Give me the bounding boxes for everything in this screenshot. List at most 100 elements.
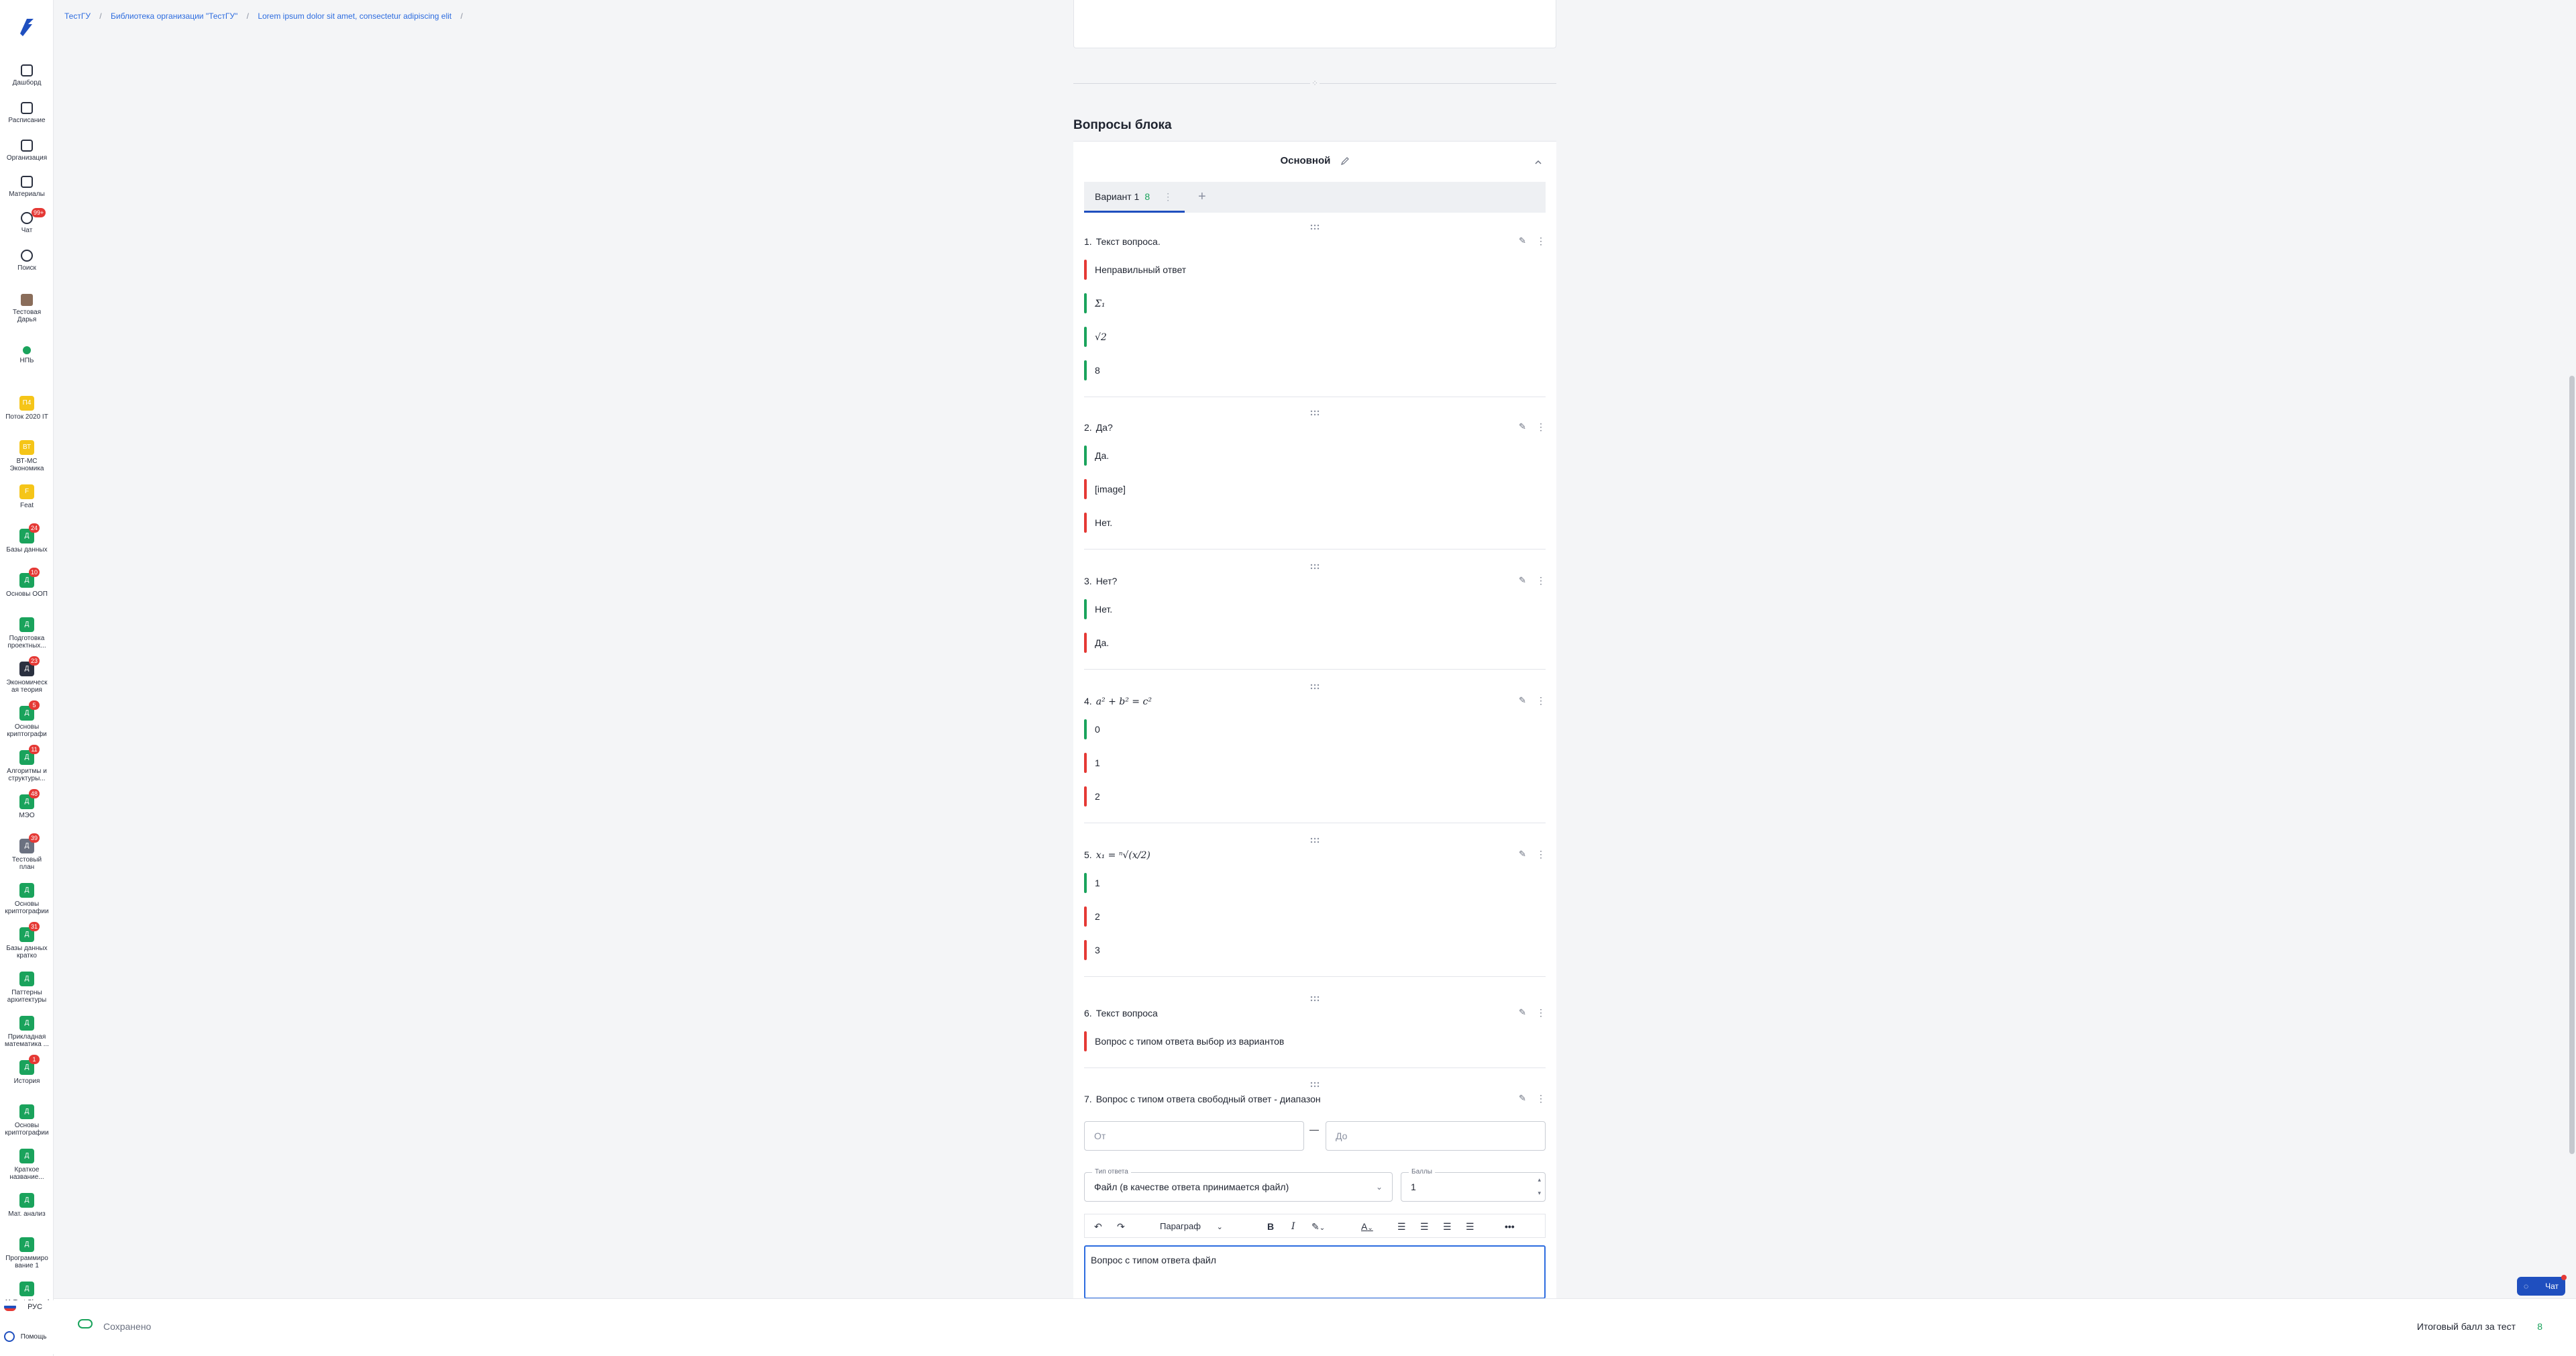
drag-handle-icon[interactable] [1309, 1080, 1320, 1088]
sidebar-item-7[interactable]: НПЬ [0, 346, 54, 364]
breadcrumb-item-university[interactable]: ТестГУ [64, 11, 91, 21]
undo-icon[interactable]: ↶ [1094, 1220, 1102, 1233]
edit-question-icon[interactable]: ✎ [1519, 421, 1526, 432]
range-from-input[interactable]: От [1084, 1121, 1304, 1151]
add-variant-icon[interactable]: + [1198, 182, 1206, 211]
question-menu-icon[interactable]: ⋮ [1536, 421, 1546, 433]
sidebar-group-2[interactable]: F Feat [0, 484, 54, 509]
group-avatar: Д 23 [19, 656, 40, 676]
range-from-placeholder: От [1094, 1131, 1106, 1141]
stepper-icon[interactable]: ▴ ▾ [1538, 1173, 1541, 1200]
points-input[interactable]: 1 ▴ ▾ [1401, 1172, 1546, 1202]
sidebar-group-9[interactable]: Д 48 МЭО [0, 789, 54, 819]
align-justify-icon[interactable]: ☰ [1466, 1220, 1474, 1233]
redo-icon[interactable]: ↷ [1117, 1220, 1125, 1233]
sidebar-group-7[interactable]: Д 5 Основы криптографи [0, 700, 54, 738]
sidebar-group-6[interactable]: Д 23 Экономическ ая теория [0, 656, 54, 694]
sidebar-group-12[interactable]: Д 31 Базы данных кратко [0, 922, 54, 959]
edit-question-icon[interactable]: ✎ [1519, 1007, 1526, 1018]
breadcrumb-item-test[interactable]: Lorem ipsum dolor sit amet, consectetur … [258, 11, 451, 21]
sidebar-group-18[interactable]: Д Мат. анализ [0, 1193, 54, 1218]
answer-type-select[interactable]: Файл (в качестве ответа принимается файл… [1084, 1172, 1393, 1202]
drag-handle-icon[interactable] [1309, 222, 1320, 230]
answer-text: 2 [1095, 911, 1100, 922]
breadcrumb-item-library[interactable]: Библиотека организации "ТестГУ" [111, 11, 237, 21]
sidebar-group-15[interactable]: Д 1 История [0, 1055, 54, 1085]
group-avatar-initials: Д [24, 1063, 30, 1071]
sidebar-group-8[interactable]: Д 11 Алгоритмы и структуры... [0, 745, 54, 782]
language-switcher[interactable]: РУС [4, 1303, 42, 1312]
sidebar-group-label: Алгоритмы и структуры... [7, 768, 47, 782]
text-color-icon[interactable]: A⌄ [1361, 1220, 1373, 1233]
range-dash: — [1309, 1124, 1319, 1135]
paragraph-format-select[interactable]: Параграф ⌄ [1160, 1220, 1223, 1233]
sidebar-item-0[interactable]: Дашборд [0, 64, 54, 87]
edit-question-icon[interactable]: ✎ [1519, 1093, 1526, 1104]
sidebar-group-19[interactable]: Д Программиро вание 1 [0, 1237, 54, 1269]
sidebar-item-6[interactable]: Тестовая Дарья [0, 294, 54, 323]
sidebar-item-5[interactable]: Поиск [0, 250, 54, 272]
tab-label: Вариант 1 [1095, 191, 1140, 202]
group-avatar: Д [19, 1016, 34, 1031]
app-logo-icon[interactable] [15, 15, 39, 39]
sidebar-group-13[interactable]: Д Паттерны архитектуры [0, 972, 54, 1004]
range-to-placeholder: До [1336, 1131, 1348, 1141]
sidebar-item-4[interactable]: 99+ Чат [0, 208, 54, 234]
drag-handle-icon[interactable] [1309, 408, 1320, 416]
edit-question-icon[interactable]: ✎ [1519, 849, 1526, 859]
sidebar-item-1[interactable]: Расписание [0, 102, 54, 124]
edit-question-icon[interactable]: ✎ [1519, 236, 1526, 246]
question-menu-icon[interactable]: ⋮ [1536, 1007, 1546, 1019]
sidebar-group-3[interactable]: Д 24 Базы данных [0, 523, 54, 554]
group-avatar-initials: Д [24, 931, 30, 938]
sidebar-group-0[interactable]: П4 Поток 2020 IT [0, 396, 54, 421]
sidebar-group-10[interactable]: Д 39 Тестовый план [0, 833, 54, 871]
section-title: Вопросы блока [1073, 118, 1172, 132]
help-link[interactable]: Помощь [4, 1331, 46, 1342]
drag-handle-icon[interactable] [1309, 682, 1320, 690]
sidebar-item-label: Тестовая Дарья [12, 309, 42, 323]
range-to-input[interactable]: До [1326, 1121, 1546, 1151]
sidebar-item-3[interactable]: Материалы [0, 176, 54, 198]
question-menu-icon[interactable]: ⋮ [1536, 695, 1546, 707]
question-menu-icon[interactable]: ⋮ [1536, 575, 1546, 586]
tab-menu-icon[interactable]: ⋮ [1163, 191, 1173, 202]
question-menu-icon[interactable]: ⋮ [1536, 849, 1546, 860]
italic-icon[interactable]: I [1291, 1220, 1295, 1233]
align-right-icon[interactable]: ☰ [1443, 1220, 1452, 1233]
question-text: x₁ = ⁿ√(x/2) [1095, 850, 1150, 861]
points-label: Баллы [1409, 1168, 1435, 1176]
sidebar-group-4[interactable]: Д 10 Основы ООП [0, 568, 54, 598]
align-left-icon[interactable]: ☰ [1397, 1220, 1406, 1233]
more-options-icon[interactable]: ••• [1505, 1220, 1515, 1233]
sidebar-group-14[interactable]: Д Прикладная математика ... [0, 1016, 54, 1048]
flag-icon [4, 1303, 16, 1312]
sidebar-group-label: Основы криптографи [7, 723, 47, 738]
sidebar-group-16[interactable]: Д Основы криптографии [0, 1104, 54, 1137]
group-avatar-initials: Д [24, 1285, 30, 1292]
editor-content: Вопрос с типом ответа файл [1091, 1255, 1216, 1265]
sidebar-group-1[interactable]: ВТ ВТ-МС Экономика [0, 440, 54, 472]
rich-text-editor[interactable]: Вопрос с типом ответа файл [1084, 1245, 1546, 1299]
tab-variant-1[interactable]: Вариант 1 8 ⋮ [1084, 182, 1185, 213]
page-scrollbar[interactable] [2569, 376, 2575, 1154]
sidebar-group-11[interactable]: Д Основы криптографии [0, 883, 54, 915]
edit-question-icon[interactable]: ✎ [1519, 575, 1526, 586]
unread-counter: 10 [29, 568, 40, 577]
drag-handle-icon[interactable] [1309, 562, 1320, 570]
highlight-icon[interactable]: ✎⌄ [1311, 1220, 1325, 1233]
question-menu-icon[interactable]: ⋮ [1536, 236, 1546, 247]
align-center-icon[interactable]: ☰ [1420, 1220, 1429, 1233]
sidebar-group-17[interactable]: Д Краткое название... [0, 1149, 54, 1181]
bold-icon[interactable]: B [1267, 1220, 1274, 1233]
edit-question-icon[interactable]: ✎ [1519, 695, 1526, 706]
drag-handle-icon[interactable] [1309, 994, 1320, 1002]
drag-handle-icon[interactable] [1309, 835, 1320, 843]
sidebar-item-2[interactable]: Организация [0, 140, 54, 162]
group-avatar: Д 24 [19, 523, 40, 543]
chat-button[interactable]: ◌ Чат [2517, 1275, 2567, 1296]
sidebar-group-5[interactable]: Д Подготовка проектных... [0, 617, 54, 649]
edit-block-name-icon[interactable] [1340, 156, 1350, 166]
question-menu-icon[interactable]: ⋮ [1536, 1093, 1546, 1104]
chevron-up-icon[interactable] [1534, 158, 1543, 167]
